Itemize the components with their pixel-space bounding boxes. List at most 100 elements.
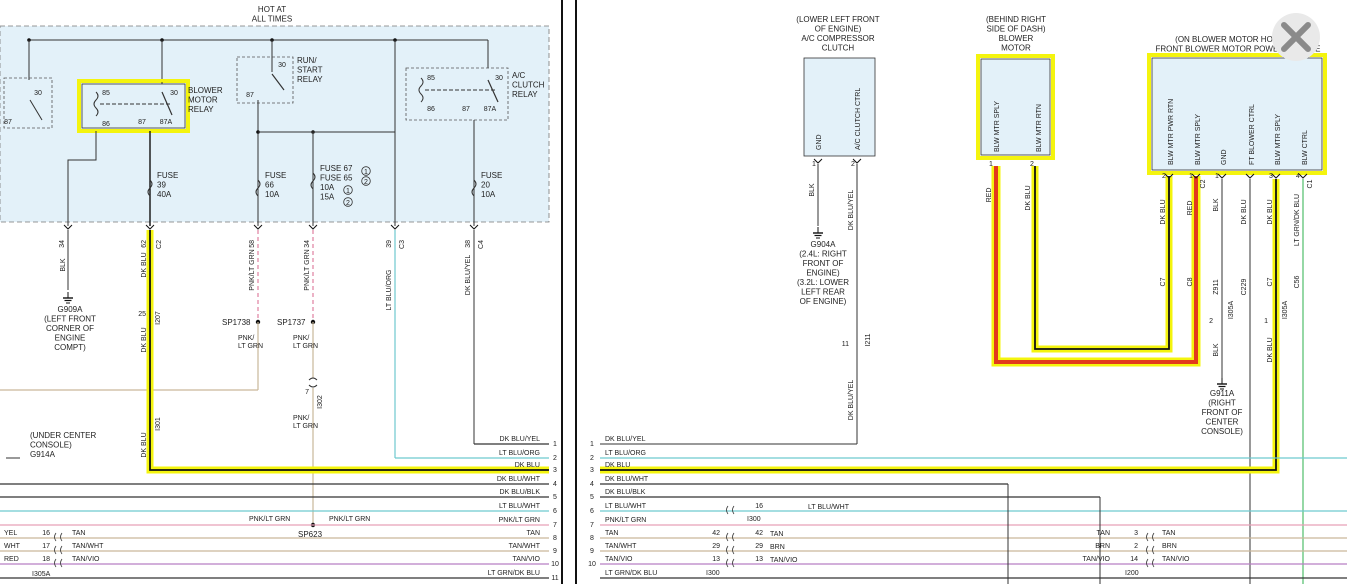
dk-blu-highlight — [600, 179, 1280, 474]
bus-wire-label: LT BLU/ORG — [499, 450, 540, 457]
label: TAN — [1097, 530, 1110, 537]
label: 42 — [712, 530, 720, 537]
label: 1 — [812, 161, 816, 168]
pin-number: 58 — [249, 240, 256, 248]
label-line: ENGINE) — [806, 269, 840, 278]
bus-wire-label: DK BLU/YEL — [500, 436, 541, 443]
inline-connector-icon — [726, 545, 735, 555]
bus-number: 10 — [551, 561, 559, 568]
label-line: FRONT OF — [803, 259, 844, 268]
bus-wire-label: PNK/LT GRN — [499, 517, 540, 524]
label: WHT — [4, 543, 21, 550]
close-icon — [1272, 13, 1320, 61]
inline-connector-icon — [308, 384, 318, 388]
label-line: OF ENGINE) — [815, 25, 862, 34]
label: PNK/LT GRN — [329, 516, 370, 523]
label-line: FUSE 65 — [320, 174, 353, 183]
label: I301 — [155, 417, 162, 431]
label: I302 — [317, 395, 324, 409]
bus-wire-label: LT BLU/WHT — [499, 503, 541, 510]
label-line: 66 — [265, 181, 274, 190]
pin-number: 38 — [465, 240, 472, 248]
label: RED — [4, 556, 19, 563]
label: 85 — [427, 75, 435, 82]
bus-number: 3 — [553, 467, 557, 474]
label: BLK — [809, 183, 816, 197]
ground-g909a-label: G909A (LEFT FRONT CORNER OF ENGINE COMPT) — [44, 305, 96, 352]
label: BRN — [770, 544, 785, 551]
label-line: PNK/ — [238, 335, 254, 342]
label: C56 — [1294, 275, 1301, 288]
label: PNK/LT GRN — [293, 335, 318, 350]
pin-name: GND — [1221, 149, 1228, 165]
inline-connector-icon — [308, 377, 318, 381]
label-line: (LOWER LEFT FRONT — [796, 15, 880, 24]
label-line: (LEFT FRONT — [44, 315, 96, 324]
bus-number: 10 — [588, 561, 596, 568]
inline-connector-icon — [726, 558, 735, 568]
dk-blu-wire — [149, 230, 549, 471]
inline-connector-icon — [54, 532, 63, 542]
label: C4 — [478, 240, 485, 249]
pin-name: BLW MTR SPLY — [1275, 114, 1282, 165]
bus-wire-label: TAN/WHT — [509, 543, 541, 550]
label-line: 10A — [320, 183, 335, 192]
label: 14 — [1130, 556, 1138, 563]
label: DK BLU — [141, 327, 148, 352]
inline-connector-icon — [1146, 545, 1155, 555]
bus-wire-label: LT BLU/ORG — [605, 450, 646, 457]
pin-name: FT BLOWER CTRL — [1249, 104, 1256, 165]
close-button[interactable] — [1266, 12, 1326, 62]
label: PNK/LT GRN — [249, 516, 290, 523]
label: I300 — [747, 516, 761, 523]
bus-wire-label: DK BLU — [605, 462, 630, 469]
label: I305A — [32, 571, 51, 578]
label: 13 — [755, 556, 763, 563]
label-line: OF ENGINE) — [800, 297, 847, 306]
bus-wire-label: TAN — [527, 530, 540, 537]
label-line: 20 — [481, 181, 490, 190]
label-line: MOTOR — [1001, 44, 1031, 53]
label-line: 15A — [320, 193, 335, 202]
label: 87 — [246, 92, 254, 99]
label: TAN — [770, 531, 783, 538]
label-line: RUN/ — [297, 56, 317, 65]
hot-at-all-times-label: HOT AT ALL TIMES — [252, 5, 292, 24]
label-line: FUSE — [481, 171, 502, 180]
label-line: (BEHIND RIGHT — [986, 15, 1046, 24]
callout-number: 1 — [364, 169, 368, 176]
pin-number: 62 — [141, 240, 148, 248]
blower-motor-label: (BEHIND RIGHT SIDE OF DASH) BLOWER MOTOR — [986, 15, 1046, 53]
label: 30 — [34, 90, 42, 97]
bus-wire-label: TAN — [605, 530, 618, 537]
bus-number: 8 — [553, 535, 557, 542]
label: DK BLU — [141, 432, 148, 457]
label: C2 — [156, 240, 163, 249]
label: 87A — [160, 119, 173, 126]
label: PNK/LT GRN — [293, 415, 318, 430]
label: TAN/VIO — [1083, 556, 1111, 563]
bus-number: 11 — [551, 575, 558, 582]
bus-wire-label: TAN/VIO — [605, 556, 633, 563]
label-line: 10A — [481, 190, 496, 199]
label: RED — [986, 188, 993, 203]
label-line: BLOWER — [188, 86, 223, 95]
bus-number: 3 — [590, 467, 594, 474]
bus-wire-label: DK BLU/YEL — [605, 436, 646, 443]
bus-wire-label: DK BLU/BLK — [500, 489, 541, 496]
label-line: LEFT REAR — [801, 288, 845, 297]
label-line: A/C COMPRESSOR — [801, 34, 875, 43]
label: 25 — [138, 311, 146, 318]
label: 86 — [102, 121, 110, 128]
bus-number: 5 — [590, 494, 594, 501]
pin-number: 3 — [1269, 173, 1273, 180]
label-line: (2.4L: RIGHT — [799, 250, 847, 259]
bus-number: 6 — [590, 508, 594, 515]
label: 16 — [42, 530, 50, 537]
label: 30 — [278, 62, 286, 69]
label-line: CORNER OF — [46, 324, 94, 333]
label: 3 — [1134, 530, 1138, 537]
label: DK BLU/YEL — [848, 190, 855, 231]
bus-number: 5 — [553, 494, 557, 501]
front-blower-motor-power-module — [1151, 57, 1323, 171]
